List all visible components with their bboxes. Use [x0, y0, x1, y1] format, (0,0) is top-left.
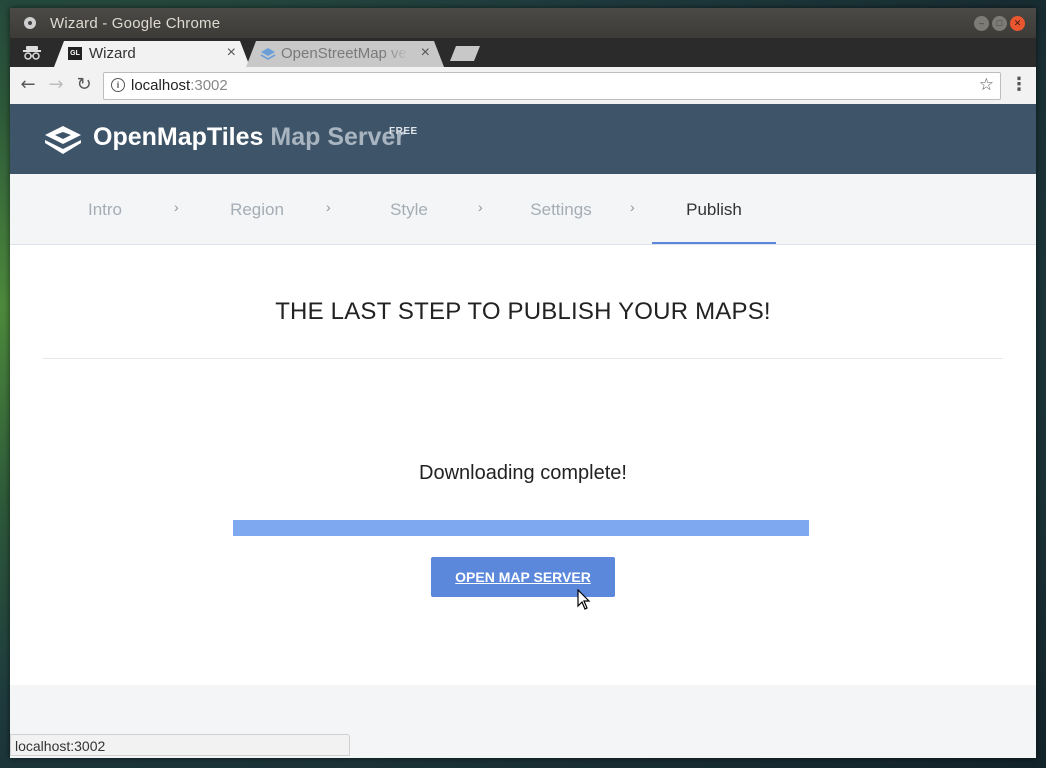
tab-label: Wizard — [89, 45, 136, 62]
step-intro[interactable]: Intro — [55, 174, 155, 244]
tab-wizard[interactable]: GL Wizard × — [54, 41, 250, 67]
close-tab-icon[interactable]: × — [421, 44, 430, 62]
download-status-text: Downloading complete! — [419, 462, 627, 484]
close-window-button[interactable]: ✕ — [1010, 16, 1025, 31]
web-page: OpenMapTiles Map Server FREE Intro › Reg… — [10, 104, 1036, 758]
gl-favicon-icon: GL — [68, 47, 82, 60]
tab-strip: GL Wizard × OpenStreetMap ve × — [10, 38, 1036, 67]
wizard-steps: Intro › Region › Style › Settings › Publ… — [10, 174, 1036, 245]
browser-window: Wizard - Google Chrome – □ ✕ GL Wizard ×… — [10, 8, 1036, 758]
url-text: localhost:3002 — [131, 77, 228, 94]
step-publish[interactable]: Publish — [652, 174, 776, 244]
chevron-right-icon: › — [630, 199, 635, 215]
close-tab-icon[interactable]: × — [227, 44, 236, 62]
publish-panel: THE LAST STEP TO PUBLISH YOUR MAPS! Down… — [10, 245, 1036, 685]
mouse-cursor-icon — [577, 589, 591, 610]
brand-sub: Map Server — [270, 123, 406, 151]
page-title: THE LAST STEP TO PUBLISH YOUR MAPS! — [275, 298, 771, 325]
divider — [43, 358, 1003, 359]
app-header: OpenMapTiles Map Server FREE — [10, 104, 1036, 174]
menu-kebab-icon[interactable]: ⋮ — [1010, 75, 1028, 95]
chrome-app-icon — [24, 17, 36, 29]
forward-arrow-icon[interactable]: → — [46, 75, 66, 95]
tab-openstreetmap[interactable]: OpenStreetMap ve × — [246, 41, 444, 67]
step-region[interactable]: Region — [207, 174, 307, 244]
progress-fill — [233, 520, 809, 536]
minimize-button[interactable]: – — [974, 16, 989, 31]
info-icon[interactable]: i — [111, 78, 125, 92]
address-bar[interactable]: i localhost:3002 ☆ — [103, 72, 1001, 100]
step-style[interactable]: Style — [359, 174, 459, 244]
status-bar: localhost:3002 — [10, 734, 350, 756]
title-bar: Wizard - Google Chrome – □ ✕ — [10, 8, 1036, 38]
reload-icon[interactable]: ↻ — [74, 75, 94, 95]
brand-title[interactable]: OpenMapTiles Map Server FREE — [93, 123, 417, 152]
download-progress-bar — [233, 520, 809, 536]
chevron-right-icon: › — [174, 199, 179, 215]
incognito-icon — [23, 46, 41, 60]
browser-toolbar: ← → ↻ i localhost:3002 ☆ ⋮ — [10, 67, 1036, 105]
window-title: Wizard - Google Chrome — [50, 15, 221, 32]
step-settings[interactable]: Settings — [511, 174, 611, 244]
brand-main: OpenMapTiles — [93, 123, 264, 151]
back-arrow-icon[interactable]: ← — [18, 75, 38, 95]
bookmark-star-icon[interactable]: ☆ — [979, 75, 994, 95]
openmaptiles-logo-icon — [45, 126, 81, 154]
openmaptiles-favicon-icon — [260, 46, 276, 62]
maximize-button[interactable]: □ — [992, 16, 1007, 31]
tab-label: OpenStreetMap ve — [281, 45, 407, 62]
chevron-right-icon: › — [478, 199, 483, 215]
free-badge: FREE — [389, 126, 418, 137]
url-port: :3002 — [190, 77, 228, 94]
chevron-right-icon: › — [326, 199, 331, 215]
new-tab-button[interactable] — [450, 46, 480, 61]
url-host: localhost — [131, 77, 191, 94]
